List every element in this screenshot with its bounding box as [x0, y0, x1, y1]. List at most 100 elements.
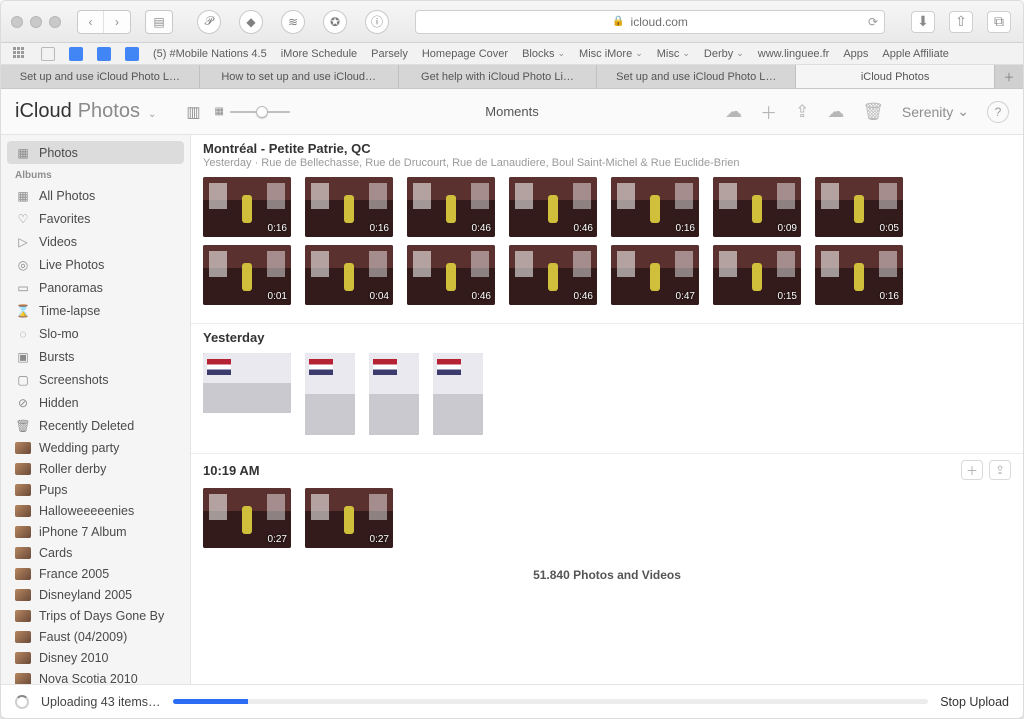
sidebar-item[interactable]: ▷Videos	[1, 230, 190, 253]
sidebar-item[interactable]: ▣Bursts	[1, 345, 190, 368]
sidebar-item[interactable]: France 2005	[1, 563, 190, 584]
sidebar-item[interactable]: ⊘Hidden	[1, 391, 190, 414]
sidebar-item[interactable]: ◎Live Photos	[1, 253, 190, 276]
video-thumbnail[interactable]: 0:01	[203, 245, 291, 305]
add-icon[interactable]: ＋	[760, 99, 777, 124]
favorite-item[interactable]: Misc iMore⌄	[579, 48, 643, 60]
main-content[interactable]: Montréal - Petite Patrie, QCYesterday · …	[191, 135, 1023, 684]
sidebar-item[interactable]: ♡Favorites	[1, 207, 190, 230]
browser-tab[interactable]: ×Set up and use iCloud Photo L…	[597, 65, 796, 88]
new-tab-button[interactable]: ＋	[995, 65, 1023, 88]
video-thumbnail[interactable]: 0:16	[203, 177, 291, 237]
video-thumbnail[interactable]: 0:09	[713, 177, 801, 237]
sidebar-item[interactable]: ▦All Photos	[1, 184, 190, 207]
video-thumbnail[interactable]: 0:16	[305, 177, 393, 237]
tabs-button[interactable]: ⧉	[987, 11, 1011, 33]
video-thumbnail[interactable]: 0:46	[509, 177, 597, 237]
sidebar-item[interactable]: ⌛Time-lapse	[1, 299, 190, 322]
sidebar-item[interactable]: Faust (04/2009)	[1, 626, 190, 647]
sidebar-item[interactable]: Roller derby	[1, 458, 190, 479]
add-button[interactable]: ＋	[961, 460, 983, 480]
download-icon[interactable]: ☁︎	[827, 102, 844, 122]
back-button[interactable]: ‹	[78, 11, 104, 33]
onepassword-icon[interactable]: ◆	[239, 10, 263, 34]
video-thumbnail[interactable]: 0:27	[305, 488, 393, 548]
video-thumbnail[interactable]: 0:27	[203, 488, 291, 548]
sidebar-item[interactable]: Cards	[1, 542, 190, 563]
video-thumbnail[interactable]: 0:46	[509, 245, 597, 305]
favorite-item[interactable]: Parsely	[371, 48, 408, 60]
sidebar-item-photos[interactable]: ▦ Photos	[7, 141, 184, 164]
photo-thumbnail[interactable]	[203, 353, 291, 413]
video-thumbnail[interactable]: 0:05	[815, 177, 903, 237]
video-thumbnail[interactable]: 0:15	[713, 245, 801, 305]
sidebar-item[interactable]: Disney 2010	[1, 647, 190, 668]
sidebar-item[interactable]: ▢Screenshots	[1, 368, 190, 391]
zoom-slider[interactable]	[230, 111, 290, 113]
video-thumbnail[interactable]: 0:47	[611, 245, 699, 305]
zoom-window[interactable]	[49, 16, 61, 28]
sidebar-toggle[interactable]: ▤	[145, 10, 173, 34]
minimize-window[interactable]	[30, 16, 42, 28]
video-thumbnail[interactable]: 0:16	[611, 177, 699, 237]
sidebar-item[interactable]: Pups	[1, 479, 190, 500]
sidebar-item[interactable]: Disneyland 2005	[1, 584, 190, 605]
stop-upload-button[interactable]: Stop Upload	[940, 695, 1009, 709]
video-thumbnail[interactable]: 0:46	[407, 245, 495, 305]
photo-thumbnail[interactable]	[433, 353, 483, 435]
browser-tab[interactable]: ×How to set up and use iCloud…	[200, 65, 399, 88]
favorite-item[interactable]: Apps	[843, 48, 868, 60]
favorite-folder-icon[interactable]	[125, 47, 139, 61]
downloads-button[interactable]: ⬇	[911, 11, 935, 33]
browser-tab[interactable]: ×Get help with iCloud Photo Li…	[399, 65, 598, 88]
browser-tab[interactable]: ×iCloud Photos	[796, 65, 995, 88]
help-button[interactable]: ?	[987, 101, 1009, 123]
sidebar-item[interactable]: Halloweeeeenies	[1, 500, 190, 521]
top-sites-icon[interactable]	[13, 47, 27, 61]
favorite-folder-icon[interactable]	[69, 47, 83, 61]
video-thumbnail[interactable]: 0:16	[815, 245, 903, 305]
sidebar-item[interactable]: Nova Scotia 2010	[1, 668, 190, 684]
duration-label: 0:46	[472, 291, 491, 302]
reload-icon[interactable]: ⟳	[868, 15, 878, 29]
adblock-icon[interactable]: ✪	[323, 10, 347, 34]
photo-thumbnail[interactable]	[369, 353, 419, 435]
favorite-item[interactable]: Blocks⌄	[522, 48, 565, 60]
favorite-item[interactable]: Apple Affiliate	[882, 48, 948, 60]
favorite-item[interactable]: Misc⌄	[657, 48, 690, 60]
share-button[interactable]: ⇪	[989, 460, 1011, 480]
sidebar-item-label: Time-lapse	[39, 304, 100, 318]
tab-label: Get help with iCloud Photo Li…	[421, 71, 574, 83]
pinterest-icon[interactable]: 𝒫	[197, 10, 221, 34]
buffer-icon[interactable]: ≋	[281, 10, 305, 34]
close-window[interactable]	[11, 16, 23, 28]
video-thumbnail[interactable]: 0:46	[407, 177, 495, 237]
sidebar-item[interactable]: ▭Panoramas	[1, 276, 190, 299]
upload-icon[interactable]: ☁︎	[725, 102, 742, 122]
info-icon[interactable]: ⓘ	[365, 10, 389, 34]
share-button[interactable]: ⇧	[949, 11, 973, 33]
trash-icon[interactable]: 🗑	[862, 102, 884, 122]
sidebar-item[interactable]: Trips of Days Gone By	[1, 605, 190, 626]
account-menu[interactable]: Serenity ⌄	[902, 103, 969, 120]
sidebar-item[interactable]: iPhone 7 Album	[1, 521, 190, 542]
duration-label: 0:15	[778, 291, 797, 302]
favorite-item[interactable]: Homepage Cover	[422, 48, 508, 60]
photo-thumbnail[interactable]	[305, 353, 355, 435]
app-brand[interactable]: iCloud Photos ⌄	[15, 100, 156, 123]
forward-button[interactable]: ›	[104, 11, 130, 33]
browser-tab[interactable]: ×Set up and use iCloud Photo L…	[1, 65, 200, 88]
sidebar-item[interactable]: ◌Slo-mo	[1, 322, 190, 345]
share-icon[interactable]: ⇪	[795, 102, 809, 122]
favorite-item[interactable]: Derby⌄	[704, 48, 744, 60]
favorite-item[interactable]: www.linguee.fr	[758, 48, 830, 60]
favorite-item[interactable]: (5) #Mobile Nations 4.5	[153, 48, 267, 60]
favorite-item[interactable]: iMore Schedule	[281, 48, 357, 60]
sidebar-view-icon[interactable]: ▥	[186, 103, 200, 121]
address-bar[interactable]: 🔒 icloud.com ⟳	[415, 10, 885, 34]
sidebar-item[interactable]: Wedding party	[1, 437, 190, 458]
sidebar-item[interactable]: 🗑Recently Deleted	[1, 414, 190, 437]
favorite-folder-icon[interactable]	[97, 47, 111, 61]
video-thumbnail[interactable]: 0:04	[305, 245, 393, 305]
favorite-folder-icon[interactable]	[41, 47, 55, 61]
